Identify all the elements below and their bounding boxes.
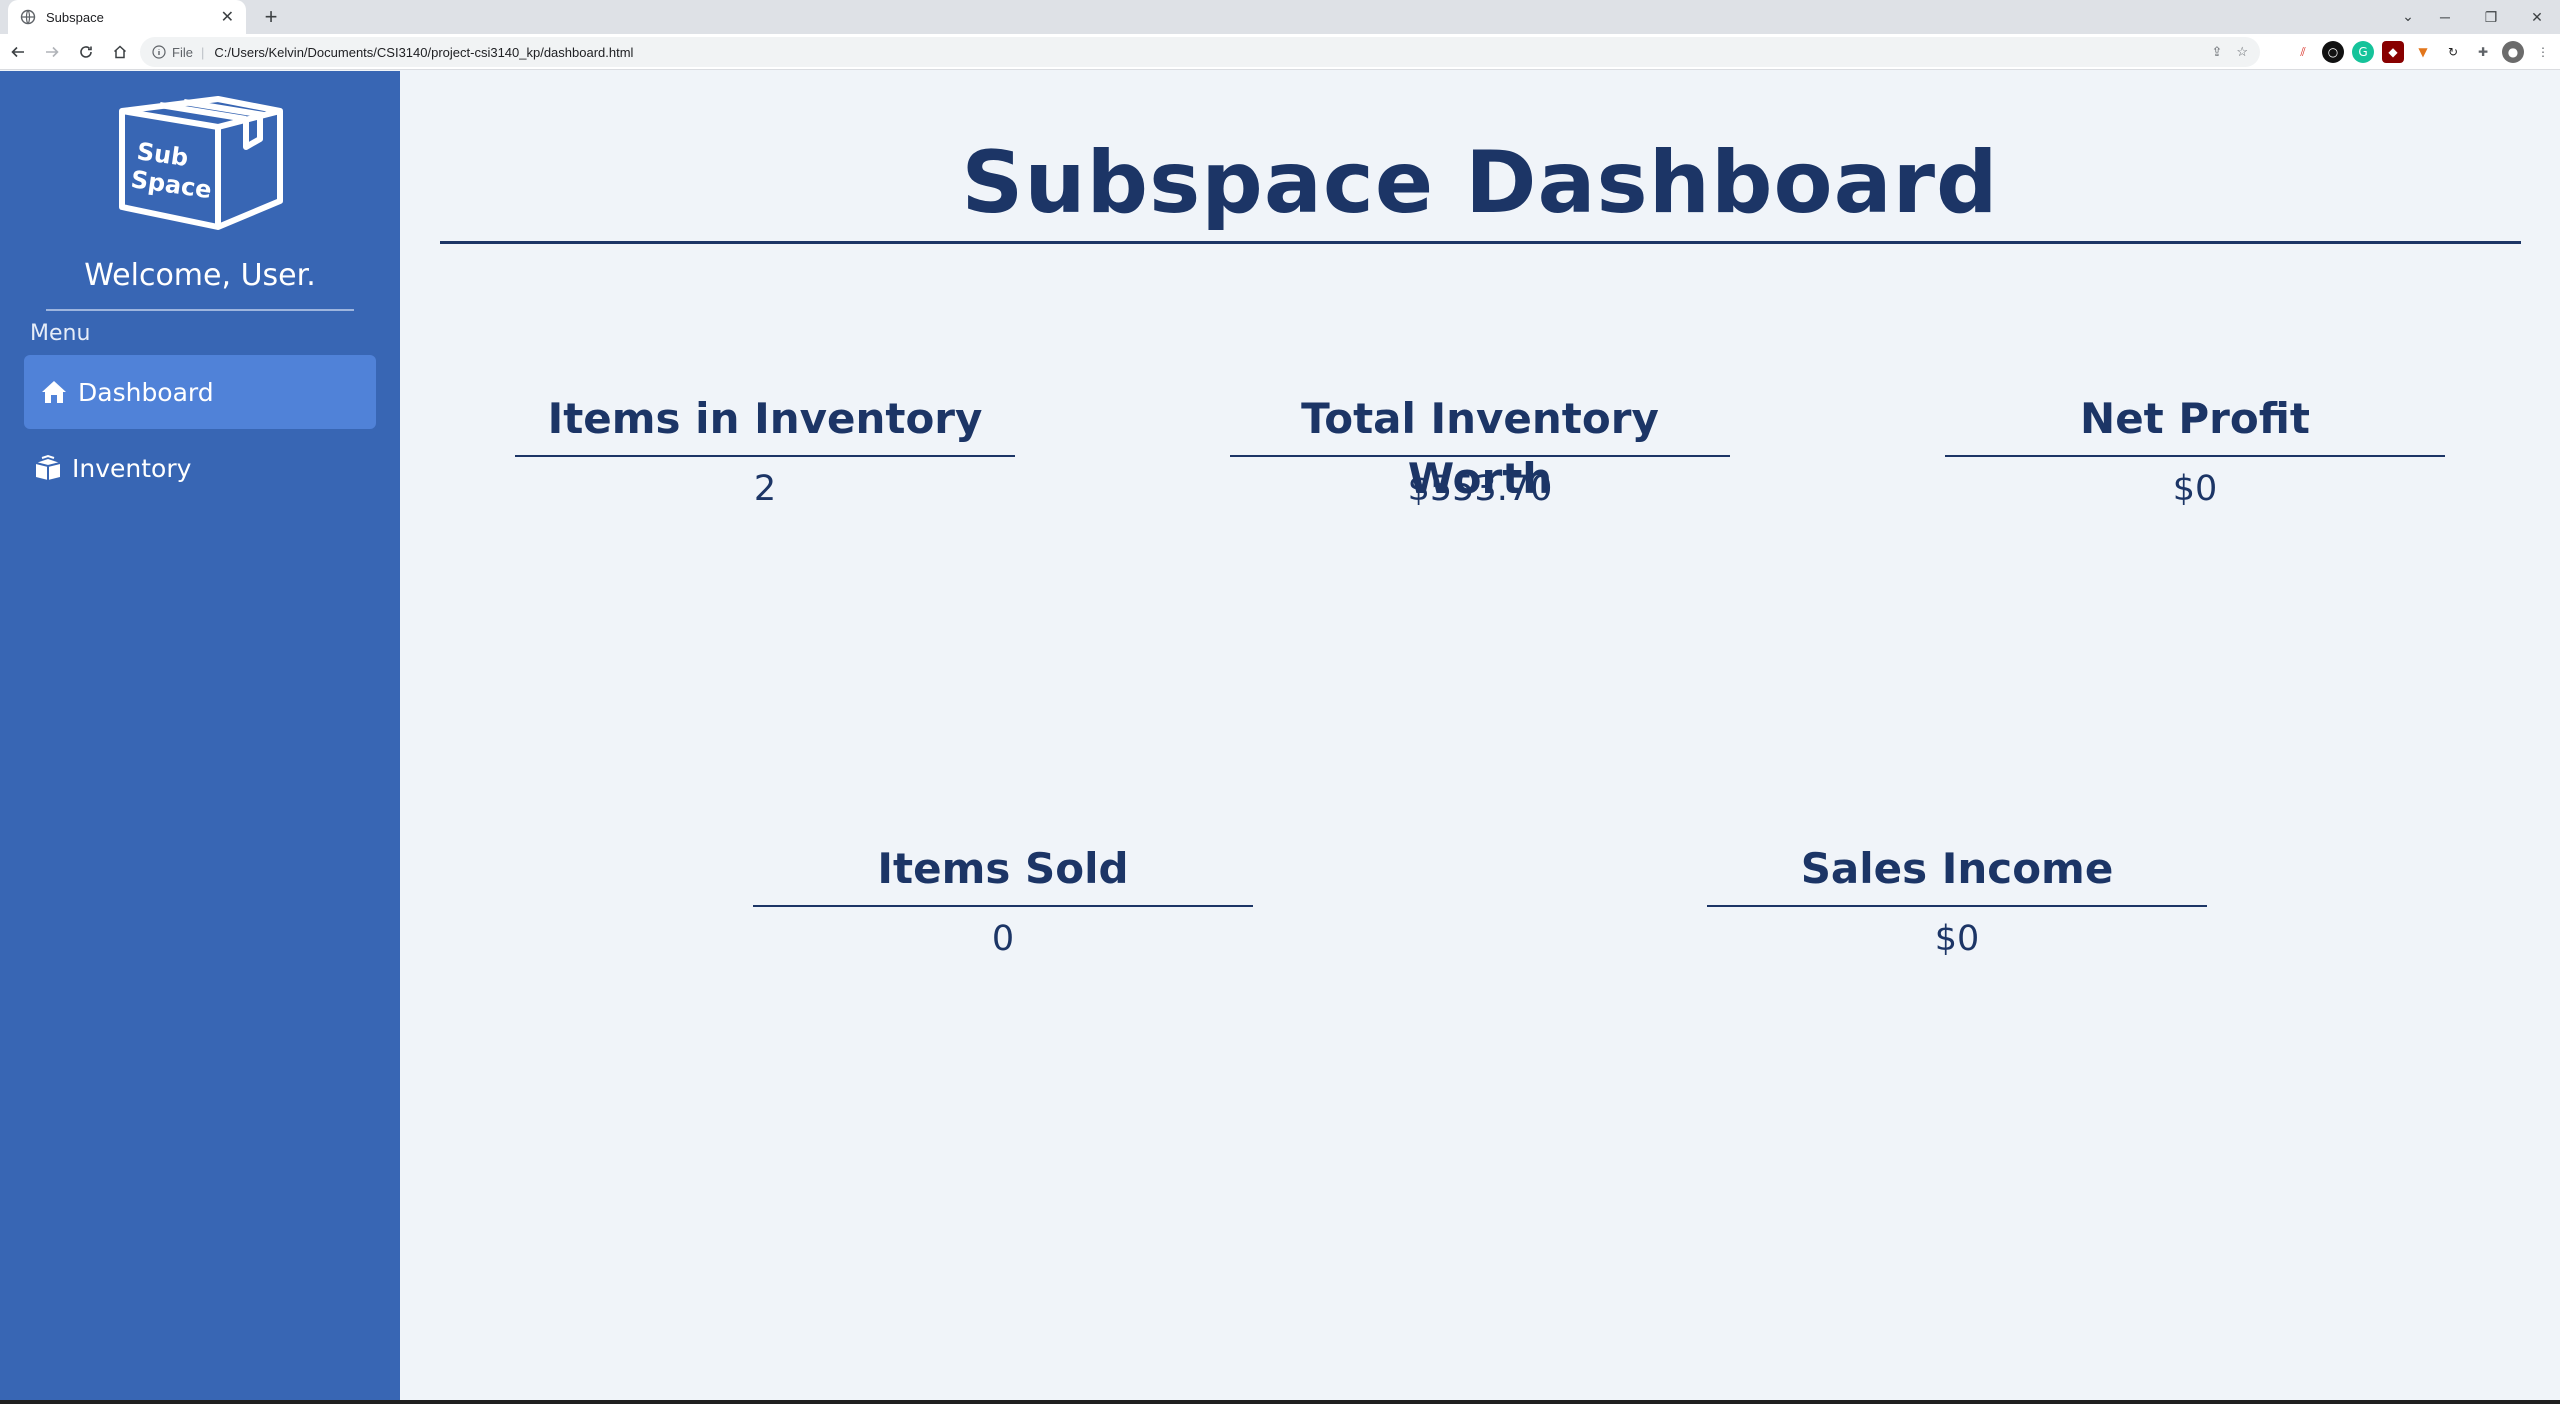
new-tab-button[interactable]: + bbox=[258, 4, 284, 30]
sidebar: Sub Space Welcome, User. Menu Dashboard … bbox=[0, 71, 400, 1400]
home-button[interactable] bbox=[104, 36, 136, 68]
extension-red-icon[interactable]: ⫽ bbox=[2292, 41, 2314, 63]
close-window-button[interactable]: ✕ bbox=[2514, 0, 2560, 34]
close-tab-icon[interactable]: ✕ bbox=[221, 7, 234, 27]
stat-value: $0 bbox=[1934, 919, 1980, 959]
arrow-right-icon bbox=[46, 46, 59, 57]
more-menu-icon[interactable]: ⋮ bbox=[2532, 41, 2554, 63]
extensions-bar: ⫽ ○ G ◆ ▼ ↻ ✚ ● ⋮ bbox=[2292, 34, 2554, 70]
stat-value: $0 bbox=[2172, 469, 2218, 509]
title-divider bbox=[440, 241, 2521, 244]
sidebar-item-label: Inventory bbox=[72, 453, 192, 483]
home-icon bbox=[42, 381, 66, 403]
page-content: Sub Space Welcome, User. Menu Dashboard … bbox=[0, 71, 2560, 1400]
browser-tab-strip: Subspace ✕ + ⌄ ─ ❐ ✕ bbox=[0, 0, 2560, 34]
stat-total-inventory-worth: Total Inventory Worth $553.70 bbox=[1230, 389, 1730, 509]
stat-label: Total Inventory Worth bbox=[1301, 394, 1659, 503]
url-text[interactable]: C:/Users/Kelvin/Documents/CSI3140/projec… bbox=[214, 45, 2211, 60]
puzzle-icon[interactable]: ✚ bbox=[2472, 41, 2494, 63]
stat-label: Items in Inventory bbox=[547, 394, 983, 443]
bookmark-star-icon[interactable]: ☆ bbox=[2236, 44, 2248, 60]
stat-divider bbox=[1945, 455, 2445, 457]
sidebar-item-label: Dashboard bbox=[78, 377, 214, 407]
tab-search-icon[interactable]: ⌄ bbox=[2396, 5, 2420, 29]
shield-extension-icon[interactable]: ◆ bbox=[2382, 41, 2404, 63]
minimize-button[interactable]: ─ bbox=[2422, 0, 2468, 34]
taskbar-edge bbox=[0, 1400, 2560, 1404]
sync-extension-icon[interactable]: ↻ bbox=[2442, 41, 2464, 63]
page-title: Subspace Dashboard bbox=[961, 133, 1999, 233]
extension-circle-icon[interactable]: ○ bbox=[2322, 41, 2344, 63]
stat-divider bbox=[515, 455, 1015, 457]
welcome-message: Welcome, User. bbox=[84, 258, 316, 293]
browser-toolbar: File | C:/Users/Kelvin/Documents/CSI3140… bbox=[0, 34, 2560, 70]
stat-value: 0 bbox=[991, 919, 1015, 959]
stat-sales-income: Sales Income $0 bbox=[1707, 839, 2207, 959]
tab-title: Subspace bbox=[46, 9, 104, 25]
stat-value: 2 bbox=[753, 469, 777, 509]
reload-button[interactable] bbox=[70, 36, 102, 68]
restore-button[interactable]: ❐ bbox=[2468, 0, 2514, 34]
stat-divider bbox=[1707, 905, 2207, 907]
stat-label: Items Sold bbox=[877, 844, 1129, 893]
stat-net-profit: Net Profit $0 bbox=[1945, 389, 2445, 509]
stat-value: $553.70 bbox=[1407, 469, 1553, 509]
browser-tab[interactable]: Subspace ✕ bbox=[8, 0, 246, 34]
subspace-logo: Sub Space bbox=[119, 96, 283, 230]
arrow-left-icon bbox=[11, 46, 24, 57]
info-icon[interactable] bbox=[152, 45, 166, 59]
url-scheme: File bbox=[172, 44, 193, 60]
url-separator: | bbox=[200, 44, 205, 60]
fox-extension-icon[interactable]: ▼ bbox=[2412, 41, 2434, 63]
address-bar[interactable]: File | C:/Users/Kelvin/Documents/CSI3140… bbox=[140, 37, 2260, 67]
stat-items-sold: Items Sold 0 bbox=[753, 839, 1253, 959]
grammarly-icon[interactable]: G bbox=[2352, 41, 2374, 63]
back-button[interactable] bbox=[2, 36, 34, 68]
boxes-icon bbox=[35, 454, 61, 480]
stat-divider bbox=[753, 905, 1253, 907]
window-controls: ─ ❐ ✕ bbox=[2422, 0, 2560, 34]
main-content: Subspace Dashboard Items in Inventory 2 … bbox=[400, 71, 2560, 1400]
profile-avatar[interactable]: ● bbox=[2502, 41, 2524, 63]
reload-icon bbox=[80, 45, 92, 58]
sidebar-item-inventory[interactable]: Inventory bbox=[18, 431, 370, 505]
logo-text-space: Space bbox=[129, 165, 213, 204]
home-outline-icon bbox=[113, 44, 127, 58]
stat-items-in-inventory: Items in Inventory 2 bbox=[515, 389, 1015, 509]
menu-label: Menu bbox=[30, 321, 91, 346]
globe-icon bbox=[20, 9, 36, 25]
sidebar-item-dashboard[interactable]: Dashboard bbox=[24, 355, 376, 429]
stat-label: Net Profit bbox=[2080, 394, 2310, 443]
stat-label: Sales Income bbox=[1800, 844, 2114, 893]
share-icon[interactable]: ⇪ bbox=[2211, 44, 2222, 60]
forward-button[interactable] bbox=[36, 36, 68, 68]
divider bbox=[46, 309, 354, 311]
